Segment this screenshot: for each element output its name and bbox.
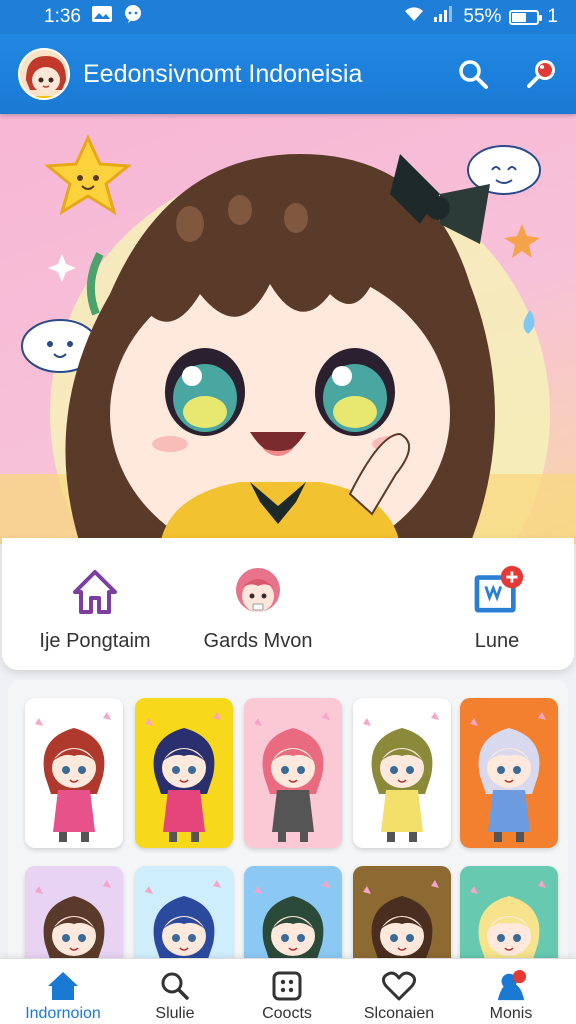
search-button[interactable] xyxy=(454,55,492,93)
chibi-character-icon xyxy=(35,712,111,842)
nav-favorites-label: Slconaien xyxy=(363,1005,435,1022)
nav-profile-label: Monis xyxy=(489,1005,533,1022)
quick-action-home-label: Ije Pongtaim xyxy=(39,630,151,652)
nav-games-label: Coocts xyxy=(262,1005,312,1022)
pin-button[interactable] xyxy=(522,55,560,93)
wifi-icon xyxy=(403,5,425,29)
signal-icon xyxy=(433,5,455,29)
status-bar: 1:36 55% 1 xyxy=(0,0,576,34)
character-card[interactable] xyxy=(353,698,451,848)
character-grid xyxy=(8,680,568,1016)
quick-action-add-label: Lune xyxy=(474,630,520,652)
character-card[interactable] xyxy=(25,698,123,848)
chibi-character-icon xyxy=(470,712,546,842)
nav-home-label: Indornoion xyxy=(25,1005,101,1022)
house-icon xyxy=(67,564,123,620)
star-character-icon xyxy=(44,134,132,216)
search-icon xyxy=(158,969,192,1003)
nav-profile[interactable]: Monis xyxy=(456,959,566,1024)
dice-icon xyxy=(270,969,304,1003)
chibi-character-icon xyxy=(363,712,439,842)
nav-home[interactable]: Indornoion xyxy=(8,959,118,1024)
avatar[interactable] xyxy=(18,48,70,100)
nav-search[interactable]: Slulie xyxy=(120,959,230,1024)
status-extra: 1 xyxy=(547,6,558,27)
battery-icon xyxy=(509,9,543,25)
quick-action-home[interactable]: Ije Pongtaim xyxy=(24,538,166,670)
quick-action-add[interactable]: Lune xyxy=(442,538,552,670)
nav-games[interactable]: Coocts xyxy=(232,959,342,1024)
pin-icon xyxy=(527,60,555,88)
search-icon xyxy=(459,60,488,89)
quick-action-character[interactable]: Gards Mvon xyxy=(188,538,328,670)
app-title: Eedonsivnomt Indoneisia xyxy=(83,59,363,88)
profile-icon xyxy=(494,969,528,1003)
character-card[interactable] xyxy=(244,698,342,848)
add-photo-icon xyxy=(469,564,525,620)
hero-banner[interactable] xyxy=(0,114,576,544)
character-icon xyxy=(230,564,286,620)
app-bar: Eedonsivnomt Indoneisia xyxy=(0,34,576,114)
chibi-character-icon xyxy=(254,712,330,842)
heart-icon xyxy=(382,969,416,1003)
battery-percent: 55% xyxy=(463,6,502,27)
nav-favorites[interactable]: Slconaien xyxy=(344,959,454,1024)
status-time: 1:36 xyxy=(44,6,81,27)
character-card[interactable] xyxy=(460,698,558,848)
bottom-navigation: Indornoion Slulie Coocts Slconaien Monis xyxy=(0,958,576,1024)
nav-search-label: Slulie xyxy=(155,1005,195,1022)
chat-notification-icon xyxy=(123,4,143,30)
character-card[interactable] xyxy=(135,698,233,848)
anime-girl-illustration xyxy=(0,134,576,544)
photo-notification-icon xyxy=(91,5,113,29)
quick-action-character-label: Gards Mvon xyxy=(203,630,313,652)
home-icon xyxy=(46,969,80,1003)
quick-actions-card: Ije Pongtaim Gards Mvon Lune xyxy=(2,538,574,670)
chibi-character-icon xyxy=(145,712,221,842)
